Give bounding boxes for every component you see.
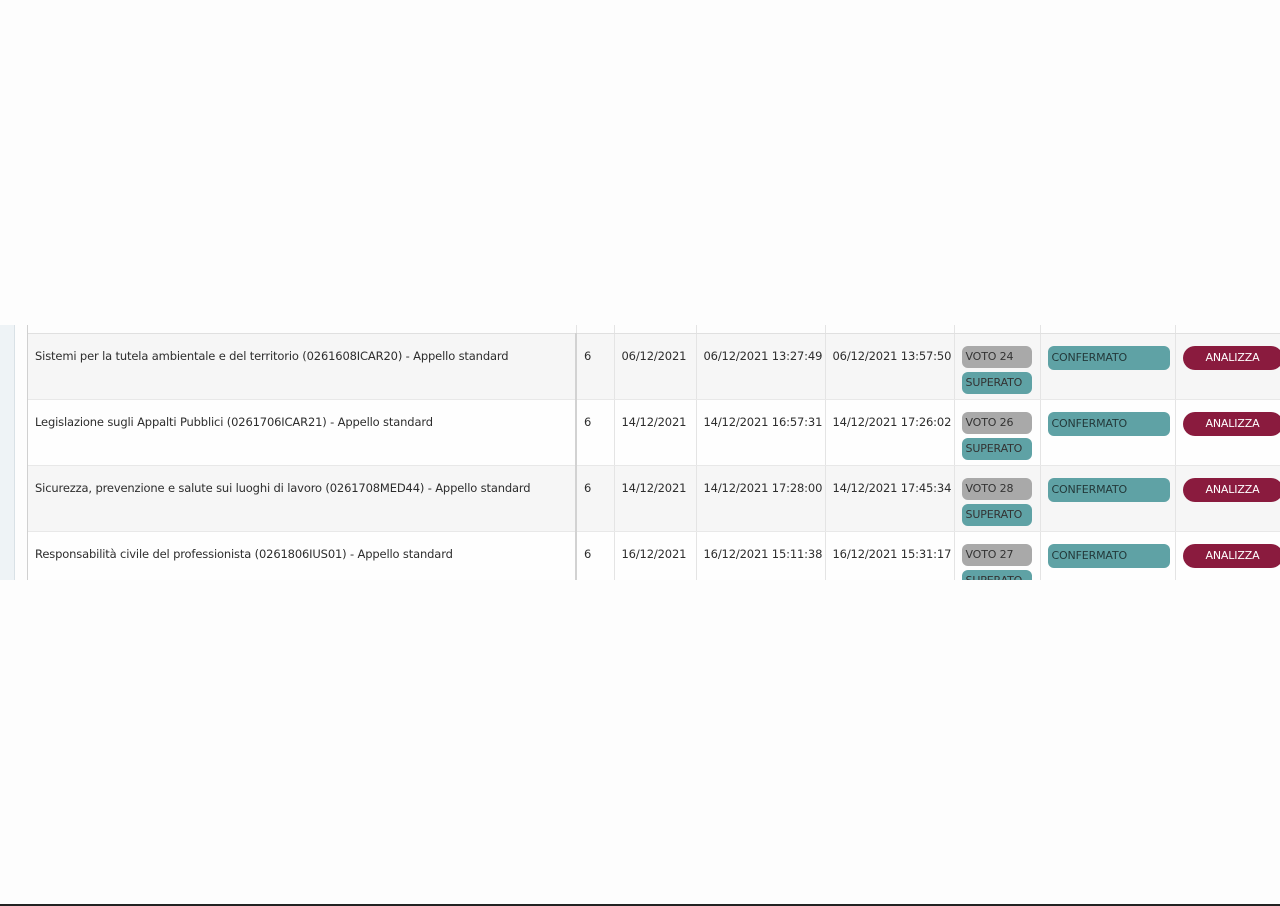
exam-name: Sistemi per la tutela ambientale e del t…	[28, 333, 577, 400]
exam-name: Legislazione sugli Appalti Pubblici (026…	[28, 399, 577, 466]
exam-date: 06/12/2021	[614, 333, 697, 400]
outcome-badge: SUPERATO	[961, 438, 1032, 460]
grade-cell: VOTO 28 SUPERATO	[954, 465, 1041, 532]
vote-badge: VOTO 26	[961, 412, 1032, 434]
table-row: Sicurezza, prevenzione e salute sui luog…	[28, 465, 1280, 532]
left-gutter	[0, 325, 15, 580]
exam-end-time: 06/12/2021 13:57:50	[825, 333, 955, 400]
status-badge: CONFERMATO	[1047, 346, 1170, 370]
status-cell: CONFERMATO	[1040, 531, 1176, 580]
exam-end-time: 14/12/2021 17:26:02	[825, 399, 955, 466]
table-row: Sistemi per la tutela ambientale e del t…	[28, 333, 1280, 400]
vote-badge: VOTO 27	[961, 544, 1032, 566]
exam-name: Sicurezza, prevenzione e salute sui luog…	[28, 465, 577, 532]
exam-end-time: 14/12/2021 17:45:34	[825, 465, 955, 532]
exam-date: 16/12/2021	[614, 531, 697, 580]
analyze-button[interactable]: ANALIZZA	[1182, 346, 1280, 370]
status-cell: CONFERMATO	[1040, 399, 1176, 466]
action-cell: ANALIZZA	[1175, 465, 1280, 532]
exam-start-time: 14/12/2021 16:57:31	[696, 399, 826, 466]
status-badge: CONFERMATO	[1047, 544, 1170, 568]
exam-start-time: 16/12/2021 15:11:38	[696, 531, 826, 580]
outcome-badge: SUPERATO	[961, 372, 1032, 394]
status-cell: CONFERMATO	[1040, 333, 1176, 400]
exam-name: Responsabilità civile del professionista…	[28, 531, 577, 580]
exam-date: 14/12/2021	[614, 399, 697, 466]
page: Sistemi per la tutela ambientale e del t…	[0, 0, 1280, 906]
grade-cell: VOTO 27 SUPERATO	[954, 531, 1041, 580]
status-badge: CONFERMATO	[1047, 412, 1170, 436]
analyze-button[interactable]: ANALIZZA	[1182, 544, 1280, 568]
status-badge: CONFERMATO	[1047, 478, 1170, 502]
grade-cell: VOTO 26 SUPERATO	[954, 399, 1041, 466]
status-cell: CONFERMATO	[1040, 465, 1176, 532]
exam-end-time: 16/12/2021 15:31:17	[825, 531, 955, 580]
action-cell: ANALIZZA	[1175, 399, 1280, 466]
outcome-badge: SUPERATO	[961, 504, 1032, 526]
exam-credits: 6	[576, 333, 615, 400]
outcome-badge: SUPERATO	[961, 570, 1032, 580]
exam-results-table-container: Sistemi per la tutela ambientale e del t…	[0, 325, 1280, 580]
table-row: Legislazione sugli Appalti Pubblici (026…	[28, 399, 1280, 466]
vote-badge: VOTO 24	[961, 346, 1032, 368]
exam-credits: 6	[576, 531, 615, 580]
table-row: Responsabilità civile del professionista…	[28, 531, 1280, 580]
action-cell: ANALIZZA	[1175, 531, 1280, 580]
exam-results-table: Sistemi per la tutela ambientale e del t…	[28, 325, 1280, 580]
grade-cell: VOTO 24 SUPERATO	[954, 333, 1041, 400]
exam-credits: 6	[576, 465, 615, 532]
table-header-stub	[28, 325, 1280, 334]
exam-credits: 6	[576, 399, 615, 466]
analyze-button[interactable]: ANALIZZA	[1182, 412, 1280, 436]
analyze-button[interactable]: ANALIZZA	[1182, 478, 1280, 502]
exam-start-time: 14/12/2021 17:28:00	[696, 465, 826, 532]
action-cell: ANALIZZA	[1175, 333, 1280, 400]
exam-start-time: 06/12/2021 13:27:49	[696, 333, 826, 400]
vote-badge: VOTO 28	[961, 478, 1032, 500]
exam-date: 14/12/2021	[614, 465, 697, 532]
